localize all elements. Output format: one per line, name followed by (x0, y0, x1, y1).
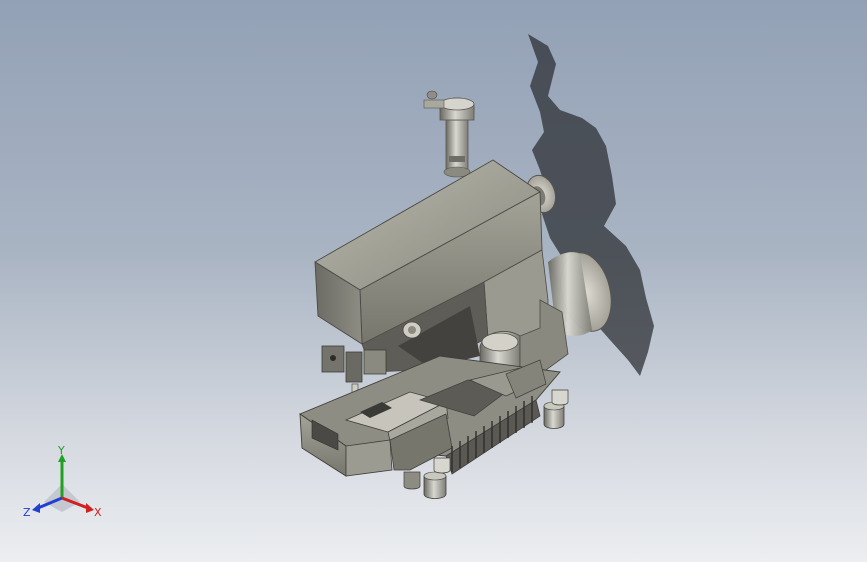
axis-triad: Y X Z (23, 446, 102, 519)
machine-bed[interactable] (299, 355, 561, 562)
z-axis-label: Z (23, 506, 31, 519)
upper-arm[interactable] (314, 159, 569, 381)
top-pipe (423, 90, 475, 178)
x-axis-arrow (86, 503, 94, 513)
graphics-viewport[interactable]: Y X Z (0, 0, 867, 562)
y-axis-label: Y (57, 446, 65, 457)
model-view[interactable] (0, 0, 867, 562)
z-axis-arrow (32, 503, 40, 513)
x-axis-label: X (94, 506, 102, 519)
